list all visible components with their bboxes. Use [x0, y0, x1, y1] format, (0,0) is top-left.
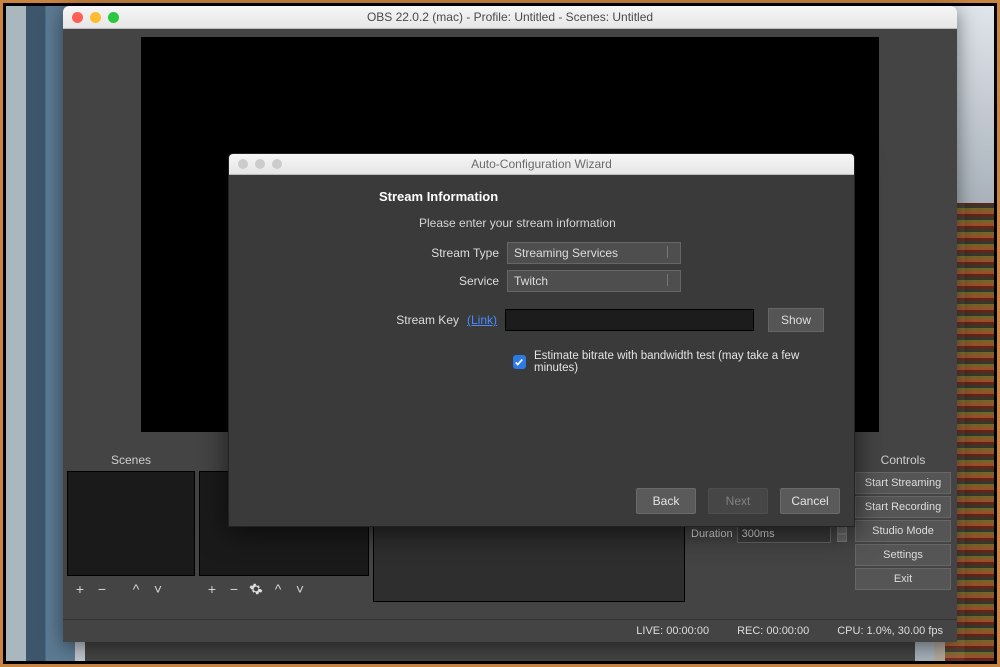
- scenes-label: Scenes: [67, 447, 195, 471]
- stream-type-label: Stream Type: [259, 246, 499, 260]
- service-label: Service: [259, 274, 499, 288]
- start-streaming-button[interactable]: Start Streaming: [855, 472, 951, 494]
- add-source-button[interactable]: +: [201, 578, 223, 600]
- status-live: LIVE: 00:00:00: [636, 625, 709, 637]
- close-icon[interactable]: [72, 12, 83, 23]
- wizard-titlebar[interactable]: Auto-Configuration Wizard: [229, 154, 854, 175]
- minimize-icon[interactable]: [90, 12, 101, 23]
- exit-button[interactable]: Exit: [855, 568, 951, 590]
- scene-up-button[interactable]: ^: [125, 578, 147, 600]
- source-up-button[interactable]: ^: [267, 578, 289, 600]
- check-icon: [514, 357, 524, 367]
- bandwidth-test-checkbox[interactable]: [513, 355, 526, 369]
- scenes-panel: Scenes + − ^ ˅: [67, 447, 195, 602]
- window-title: OBS 22.0.2 (mac) - Profile: Untitled - S…: [63, 10, 957, 24]
- start-recording-button[interactable]: Start Recording: [855, 496, 951, 518]
- stream-key-row: Stream Key (Link) Show: [259, 308, 824, 332]
- duration-spinner[interactable]: [837, 526, 847, 542]
- wizard-body: Stream Information Please enter your str…: [229, 175, 854, 478]
- wizard-subtitle: Please enter your stream information: [419, 216, 824, 230]
- studio-mode-button[interactable]: Studio Mode: [855, 520, 951, 542]
- scenes-toolbar: + − ^ ˅: [67, 576, 195, 602]
- stream-type-select[interactable]: Streaming Services: [507, 242, 681, 264]
- status-rec: REC: 00:00:00: [737, 625, 809, 637]
- source-down-button[interactable]: ˅: [289, 578, 311, 600]
- app-frame: OBS 22.0.2 (mac) - Profile: Untitled - S…: [0, 0, 1000, 667]
- sources-toolbar: + − ^ ˅: [199, 576, 369, 602]
- source-properties-button[interactable]: [245, 578, 267, 600]
- close-icon[interactable]: [238, 159, 248, 169]
- next-button: Next: [708, 488, 768, 514]
- back-button[interactable]: Back: [636, 488, 696, 514]
- remove-scene-button[interactable]: −: [91, 578, 113, 600]
- bandwidth-test-row: Estimate bitrate with bandwidth test (ma…: [513, 350, 824, 374]
- wizard-title: Auto-Configuration Wizard: [229, 157, 854, 171]
- cancel-button[interactable]: Cancel: [780, 488, 840, 514]
- wizard-heading: Stream Information: [379, 189, 824, 204]
- wizard-footer: Back Next Cancel: [229, 478, 854, 526]
- service-select[interactable]: Twitch: [507, 270, 681, 292]
- bandwidth-test-label: Estimate bitrate with bandwidth test (ma…: [534, 350, 824, 374]
- remove-source-button[interactable]: −: [223, 578, 245, 600]
- add-scene-button[interactable]: +: [69, 578, 91, 600]
- gear-icon: [249, 582, 263, 596]
- status-cpu: CPU: 1.0%, 30.00 fps: [837, 625, 943, 637]
- zoom-icon[interactable]: [272, 159, 282, 169]
- status-bar: LIVE: 00:00:00 REC: 00:00:00 CPU: 1.0%, …: [63, 619, 957, 642]
- titlebar[interactable]: OBS 22.0.2 (mac) - Profile: Untitled - S…: [63, 6, 957, 29]
- stream-key-link[interactable]: (Link): [467, 313, 497, 327]
- zoom-icon[interactable]: [108, 12, 119, 23]
- settings-button[interactable]: Settings: [855, 544, 951, 566]
- stream-key-label: Stream Key: [259, 313, 459, 327]
- traffic-lights: [238, 159, 282, 169]
- controls-label: Controls: [853, 447, 953, 471]
- controls-panel: Controls Start Streaming Start Recording…: [853, 447, 953, 602]
- duration-label: Duration: [691, 528, 733, 540]
- service-row: Service Twitch: [259, 270, 824, 292]
- auto-config-wizard: Auto-Configuration Wizard Stream Informa…: [228, 153, 855, 527]
- minimize-icon[interactable]: [255, 159, 265, 169]
- show-key-button[interactable]: Show: [768, 308, 824, 332]
- traffic-lights: [72, 12, 119, 23]
- duration-input[interactable]: 300ms: [737, 525, 831, 543]
- scene-down-button[interactable]: ˅: [147, 578, 169, 600]
- stream-key-input[interactable]: [505, 309, 754, 331]
- scenes-list[interactable]: [67, 471, 195, 576]
- stream-type-row: Stream Type Streaming Services: [259, 242, 824, 264]
